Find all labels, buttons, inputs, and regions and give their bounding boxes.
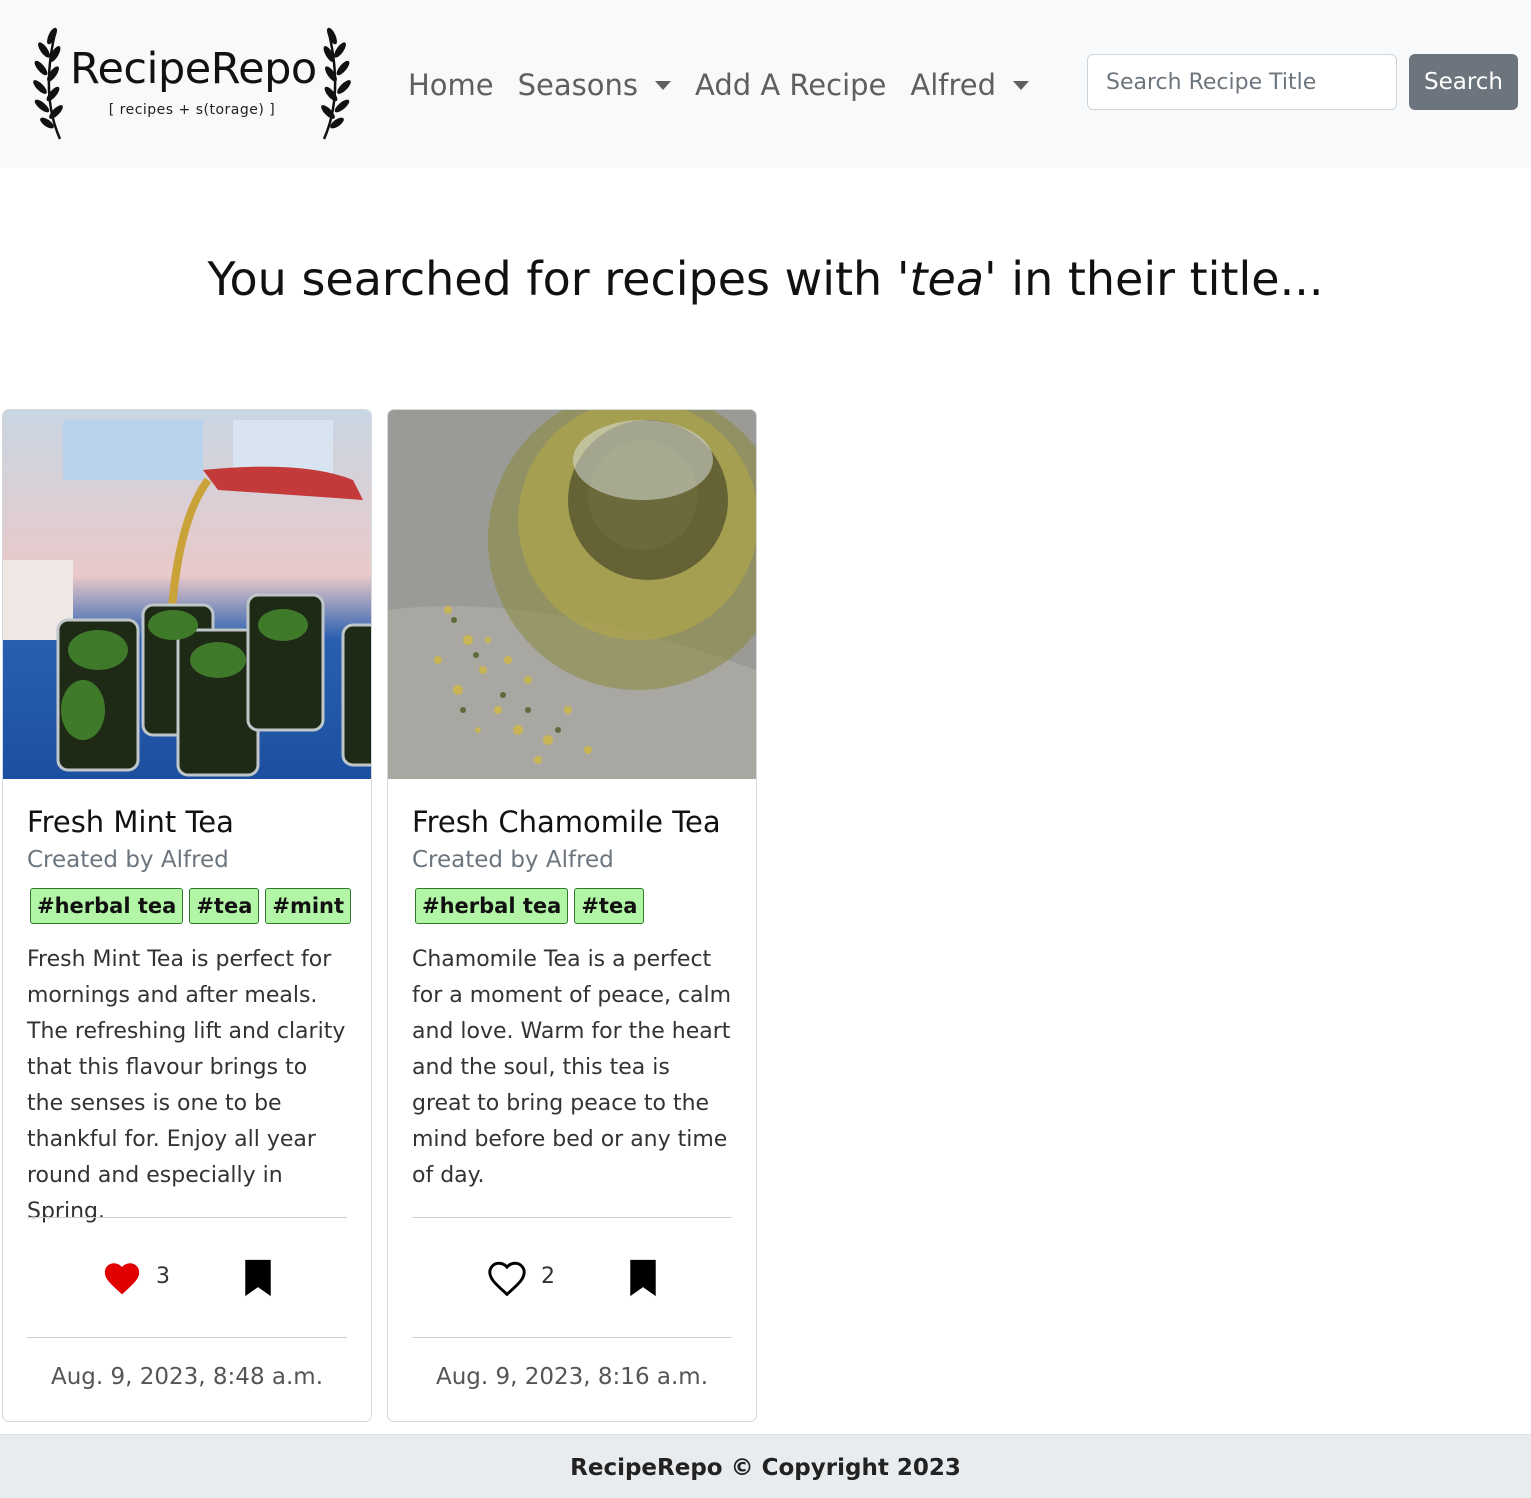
search-button[interactable]: Search: [1409, 54, 1518, 110]
recipe-author: Created by Alfred: [412, 847, 614, 873]
brand-name: RecipeRepo: [70, 44, 317, 94]
brand-logo[interactable]: RecipeRepo [ recipes + s(torage) ]: [30, 24, 354, 142]
footer: RecipeRepo © Copyright 2023: [0, 1434, 1531, 1498]
navbar: RecipeRepo [ recipes + s(torage) ] Home …: [0, 0, 1531, 168]
tag-badge[interactable]: #tea: [574, 888, 645, 924]
nav-seasons-dropdown[interactable]: Seasons: [517, 68, 672, 102]
footer-copyright: RecipeRepo © Copyright 2023: [570, 1455, 961, 1481]
main-nav: Home Seasons Add A Recipe Alfred: [408, 62, 1053, 108]
divider: [27, 1337, 347, 1338]
divider: [412, 1337, 732, 1338]
heading-suffix: ' in their title...: [984, 252, 1324, 306]
recipe-image[interactable]: [3, 410, 371, 779]
tag-badge[interactable]: #tea: [189, 888, 260, 924]
divider: [412, 1217, 732, 1218]
nav-user-dropdown[interactable]: Alfred: [910, 68, 1030, 102]
recipe-description: Chamomile Tea is a perfect for a moment …: [412, 947, 732, 1188]
recipe-title[interactable]: Fresh Mint Tea: [27, 805, 234, 839]
nav-user-label: Alfred: [910, 68, 997, 102]
recipe-image[interactable]: [388, 410, 756, 779]
nav-add-recipe-label: Add A Recipe: [695, 68, 887, 102]
search-input[interactable]: [1087, 54, 1397, 110]
card-actions: 2: [388, 1256, 756, 1302]
recipe-description: Fresh Mint Tea is perfect for mornings a…: [27, 947, 346, 1224]
card-actions: 3: [3, 1256, 371, 1302]
recipe-date: Aug. 9, 2023, 8:48 a.m.: [50, 1364, 324, 1390]
caret-down-icon: [655, 80, 672, 90]
bookmark-icon[interactable]: [243, 1258, 273, 1298]
like-count: 2: [541, 1264, 555, 1289]
tag-list: #herbal tea #tea #mint: [30, 888, 357, 924]
brand-tagline: [ recipes + s(torage) ]: [108, 102, 276, 118]
tag-badge[interactable]: #herbal tea: [30, 888, 184, 924]
nav-home-label: Home: [408, 68, 494, 102]
divider: [27, 1217, 347, 1218]
bookmark-icon[interactable]: [628, 1258, 658, 1298]
heart-outline-icon[interactable]: [487, 1260, 527, 1296]
recipe-card: Fresh Mint Tea Created by Alfred #herbal…: [2, 409, 372, 1422]
nav-seasons-label: Seasons: [517, 68, 639, 102]
nav-add-recipe[interactable]: Add A Recipe: [695, 68, 886, 102]
recipe-card: Fresh Chamomile Tea Created by Alfred #h…: [387, 409, 757, 1422]
tag-badge[interactable]: #herbal tea: [415, 888, 569, 924]
tag-list: #herbal tea #tea: [415, 888, 650, 924]
heart-filled-icon[interactable]: [102, 1260, 142, 1296]
like-count: 3: [156, 1264, 170, 1289]
heading-prefix: You searched for recipes with ': [207, 252, 910, 306]
laurel-left-icon: [33, 27, 63, 140]
recipe-author: Created by Alfred: [27, 847, 229, 873]
search-query: tea: [909, 252, 985, 306]
recipe-date: Aug. 9, 2023, 8:16 a.m.: [435, 1364, 709, 1390]
recipe-title[interactable]: Fresh Chamomile Tea: [412, 805, 721, 839]
caret-down-icon: [1013, 80, 1030, 90]
laurel-right-icon: [321, 27, 351, 140]
tag-badge[interactable]: #mint: [265, 888, 352, 924]
results-heading: You searched for recipes with 'tea' in t…: [0, 252, 1531, 306]
nav-home[interactable]: Home: [408, 68, 494, 102]
